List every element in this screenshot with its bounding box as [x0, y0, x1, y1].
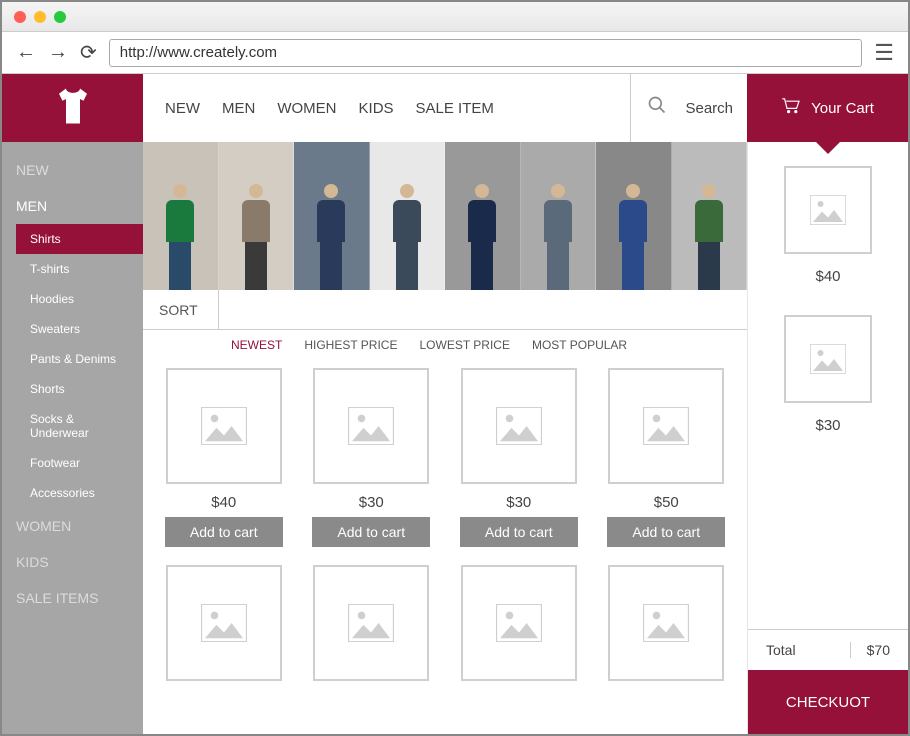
sort-popular[interactable]: MOST POPULAR [532, 338, 627, 352]
total-label: Total [766, 642, 796, 658]
search-label: Search [685, 100, 733, 117]
main-area: NEW MEN Shirts T-shirts Hoodies Sweaters… [2, 142, 908, 734]
cart-header[interactable]: Your Cart [747, 74, 908, 142]
product-price: $30 [506, 494, 531, 511]
sidebar-men-sub: Shirts T-shirts Hoodies Sweaters Pants &… [2, 224, 143, 508]
sub-sweaters[interactable]: Sweaters [16, 314, 143, 344]
product-card: $50 Add to cart [606, 368, 728, 547]
sub-tshirts[interactable]: T-shirts [16, 254, 143, 284]
banner-image [143, 142, 219, 290]
minimize-icon[interactable] [34, 11, 46, 23]
sidebar-kids[interactable]: KIDS [2, 544, 143, 580]
sidebar-new[interactable]: NEW [2, 152, 143, 188]
product-price: $50 [654, 494, 679, 511]
tshirt-icon [52, 85, 94, 132]
forward-icon[interactable]: → [48, 41, 68, 64]
cart-item: $40 [748, 166, 908, 285]
maximize-icon[interactable] [54, 11, 66, 23]
product-price: $40 [211, 494, 236, 511]
cart-label: Your Cart [811, 100, 874, 117]
product-card [311, 565, 433, 681]
product-image-placeholder[interactable] [608, 565, 724, 681]
hamburger-icon[interactable]: ☰ [874, 40, 894, 66]
sub-shorts[interactable]: Shorts [16, 374, 143, 404]
search-area[interactable]: Search [630, 74, 733, 142]
product-card: $40 Add to cart [163, 368, 285, 547]
sort-bar: SORT [143, 290, 747, 330]
browser-toolbar: ← → ⟳ http://www.creately.com ☰ [2, 32, 908, 74]
url-input[interactable]: http://www.creately.com [109, 39, 863, 67]
cart-item-image[interactable] [784, 315, 872, 403]
sort-highest[interactable]: HIGHEST PRICE [304, 338, 397, 352]
sub-accessories[interactable]: Accessories [16, 478, 143, 508]
sort-lowest[interactable]: LOWEST PRICE [419, 338, 509, 352]
product-card [163, 565, 285, 681]
product-image-placeholder[interactable] [608, 368, 724, 484]
reload-icon[interactable]: ⟳ [80, 40, 97, 65]
nav-men[interactable]: MEN [222, 100, 255, 117]
nav-women[interactable]: WOMEN [277, 100, 336, 117]
cart-item-price: $30 [815, 417, 840, 434]
sub-socks[interactable]: Socks & Underwear [16, 404, 143, 448]
product-grid: $40 Add to cart $30 Add to cart $30 Add … [143, 360, 747, 689]
sidebar: NEW MEN Shirts T-shirts Hoodies Sweaters… [2, 142, 143, 734]
close-icon[interactable] [14, 11, 26, 23]
product-card [458, 565, 580, 681]
nav-new[interactable]: NEW [165, 100, 200, 117]
logo[interactable] [2, 74, 143, 142]
top-nav: NEW MEN WOMEN KIDS SALE ITEM Search [143, 74, 747, 142]
banner-image [445, 142, 521, 290]
add-to-cart-button[interactable]: Add to cart [607, 517, 725, 547]
product-card: $30 Add to cart [458, 368, 580, 547]
total-value: $70 [850, 642, 890, 658]
sort-label: SORT [159, 290, 219, 329]
cart-total-row: Total $70 [748, 629, 908, 670]
banner-image [219, 142, 295, 290]
sort-newest[interactable]: NEWEST [231, 338, 282, 352]
cart-icon [781, 98, 801, 118]
nav-sale[interactable]: SALE ITEM [416, 100, 494, 117]
product-image-placeholder[interactable] [313, 368, 429, 484]
nav-kids[interactable]: KIDS [359, 100, 394, 117]
cart-item-image[interactable] [784, 166, 872, 254]
cart-item: $30 [748, 315, 908, 434]
product-image-placeholder[interactable] [166, 565, 282, 681]
sub-footwear[interactable]: Footwear [16, 448, 143, 478]
cart-item-price: $40 [815, 268, 840, 285]
sub-hoodies[interactable]: Hoodies [16, 284, 143, 314]
banner-image [370, 142, 446, 290]
product-image-placeholder[interactable] [313, 565, 429, 681]
banner-image [294, 142, 370, 290]
add-to-cart-button[interactable]: Add to cart [312, 517, 430, 547]
titlebar [2, 2, 908, 32]
sidebar-women[interactable]: WOMEN [2, 508, 143, 544]
banner-image [521, 142, 597, 290]
cart-panel: $40 $30 Total $70 CHECKUOT [747, 142, 908, 734]
add-to-cart-button[interactable]: Add to cart [460, 517, 578, 547]
add-to-cart-button[interactable]: Add to cart [165, 517, 283, 547]
sort-options: NEWEST HIGHEST PRICE LOWEST PRICE MOST P… [143, 330, 747, 360]
sub-shirts[interactable]: Shirts [16, 224, 143, 254]
product-card [606, 565, 728, 681]
banner-image [672, 142, 748, 290]
sidebar-sale[interactable]: SALE ITEMS [2, 580, 143, 616]
banner-image [596, 142, 672, 290]
search-icon [647, 95, 667, 121]
content: SORT NEWEST HIGHEST PRICE LOWEST PRICE M… [143, 142, 747, 734]
checkout-button[interactable]: CHECKUOT [748, 670, 908, 734]
product-image-placeholder[interactable] [461, 368, 577, 484]
product-image-placeholder[interactable] [166, 368, 282, 484]
sub-pants[interactable]: Pants & Denims [16, 344, 143, 374]
back-icon[interactable]: ← [16, 41, 36, 64]
product-card: $30 Add to cart [311, 368, 433, 547]
product-price: $30 [359, 494, 384, 511]
browser-window: ← → ⟳ http://www.creately.com ☰ NEW MEN … [0, 0, 910, 736]
site-header: NEW MEN WOMEN KIDS SALE ITEM Search Your… [2, 74, 908, 142]
sidebar-men[interactable]: MEN [2, 188, 143, 224]
hero-banner [143, 142, 747, 290]
product-image-placeholder[interactable] [461, 565, 577, 681]
